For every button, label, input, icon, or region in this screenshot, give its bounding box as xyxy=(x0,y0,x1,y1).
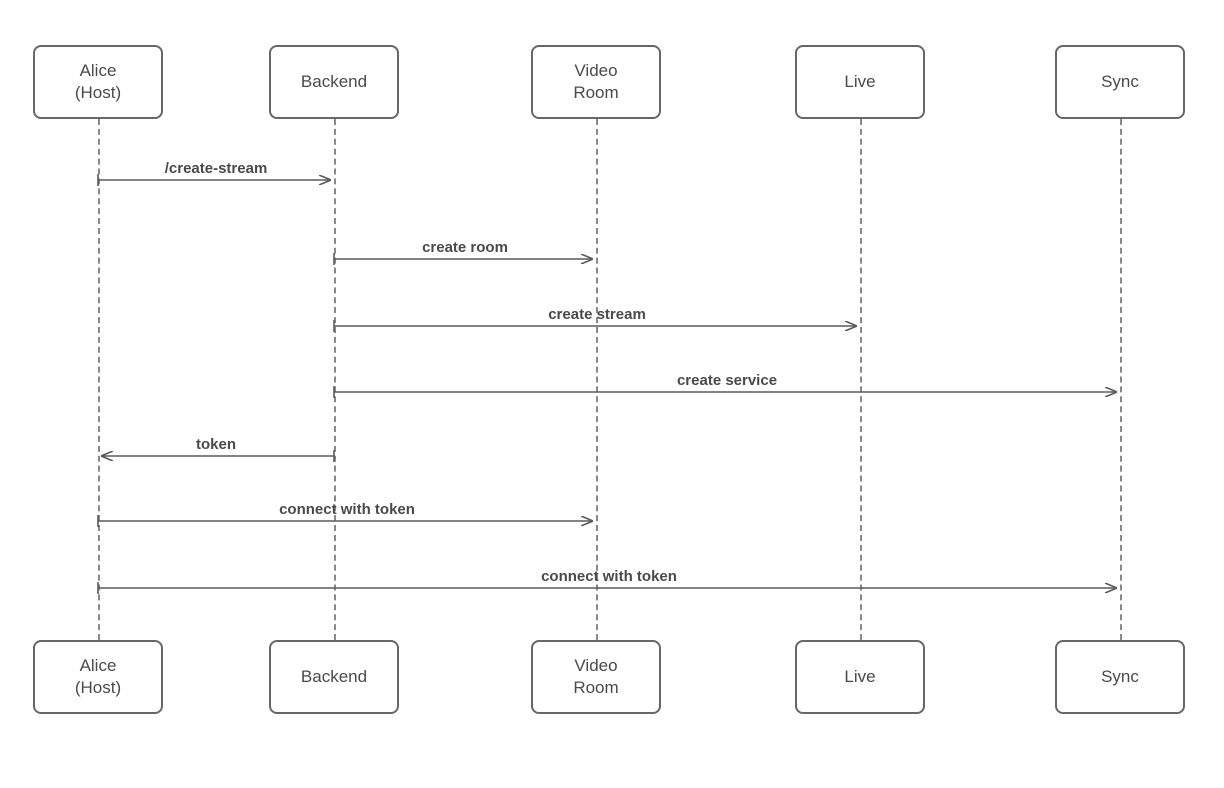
participant-box-live-top: Live xyxy=(795,45,925,119)
participant-box-alice-top: Alice (Host) xyxy=(33,45,163,119)
message-label-create-stream-endpoint: /create-stream xyxy=(165,160,268,177)
participant-box-videoroom-bottom: Video Room xyxy=(531,640,661,714)
participant-box-backend-top: Backend xyxy=(269,45,399,119)
message-label-create-room: create room xyxy=(422,239,508,256)
message-label-token: token xyxy=(196,436,236,453)
message-label-create-service: create service xyxy=(677,372,777,389)
lifeline-backend xyxy=(334,119,336,640)
participant-box-backend-bottom: Backend xyxy=(269,640,399,714)
message-label-connect-token-sync: connect with token xyxy=(541,568,677,585)
lifeline-alice xyxy=(98,119,100,640)
lifeline-sync xyxy=(1120,119,1122,640)
participant-box-videoroom-top: Video Room xyxy=(531,45,661,119)
participant-box-sync-top: Sync xyxy=(1055,45,1185,119)
participant-box-alice-bottom: Alice (Host) xyxy=(33,640,163,714)
participant-box-sync-bottom: Sync xyxy=(1055,640,1185,714)
lifeline-live xyxy=(860,119,862,640)
message-label-connect-token-videoroom: connect with token xyxy=(279,501,415,518)
message-label-create-stream: create stream xyxy=(548,306,646,323)
sequence-diagram: Alice (Host) Backend Video Room Live Syn… xyxy=(0,0,1224,788)
lifeline-videoroom xyxy=(596,119,598,640)
participant-box-live-bottom: Live xyxy=(795,640,925,714)
